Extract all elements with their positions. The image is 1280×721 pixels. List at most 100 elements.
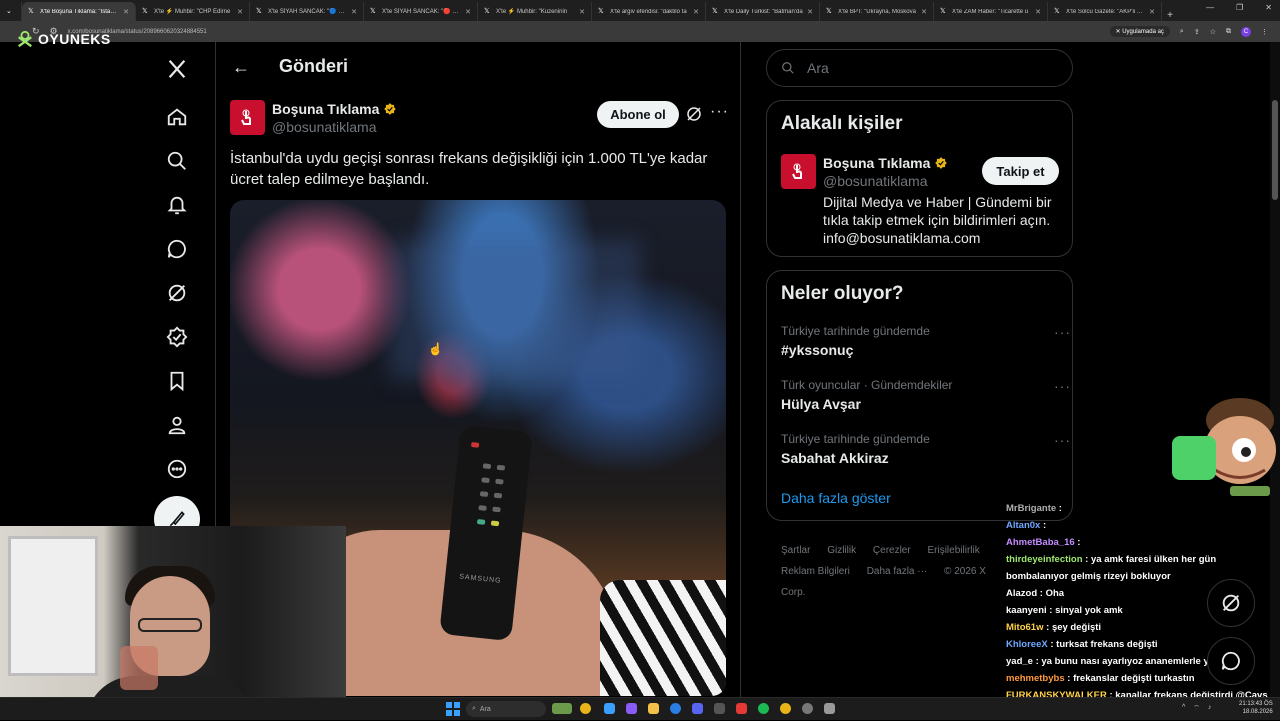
url-field[interactable]: x.com/bosunatiklama/status/2089660620324… (68, 29, 1110, 35)
close-window-icon[interactable]: ✕ (1265, 3, 1272, 12)
x-favicon-icon: 𝕏 (712, 7, 718, 15)
close-tab-icon[interactable]: ✕ (237, 8, 243, 16)
browser-tab[interactable]: 𝕏 X'te argiv efendisi: "daktilo ta ✕ (592, 2, 706, 21)
trend-item[interactable]: Türkiye tarihinde gündemde #ykssonuç ··· (781, 324, 1071, 358)
taskbar-app-icon[interactable] (824, 703, 835, 714)
maximize-icon[interactable]: ❐ (1236, 3, 1243, 12)
grok-icon[interactable] (685, 105, 703, 123)
related-handle[interactable]: @bosunatiklama (823, 173, 928, 189)
search-icon[interactable] (162, 146, 192, 176)
taskbar-app-icon[interactable] (736, 703, 747, 714)
more-options-icon[interactable] (162, 454, 192, 484)
close-tab-icon[interactable]: ✕ (465, 8, 471, 16)
trend-item[interactable]: Türk oyuncular · Gündemdekiler Hülya Avş… (781, 378, 1071, 412)
taskbar-app-icon[interactable] (714, 703, 725, 714)
footer-link[interactable]: Şartlar (781, 545, 810, 556)
author-name[interactable]: Boşuna Tıklama (272, 101, 397, 117)
bookmark-star-icon[interactable]: ☆ (1210, 28, 1216, 36)
taskbar-chrome-icon[interactable] (580, 703, 591, 714)
minimize-icon[interactable]: — (1206, 3, 1214, 12)
taskbar-clock[interactable]: 21:13:43 ÖS 18.08.2026 (1239, 700, 1273, 716)
trend-more-icon[interactable]: ··· (1054, 324, 1071, 340)
wifi-icon[interactable]: ⌔ (1193, 704, 1200, 713)
remote-button (492, 506, 501, 513)
chat-username: kaanyeni (1006, 605, 1047, 616)
subscribe-button[interactable]: Abone ol (597, 101, 679, 128)
close-tab-icon[interactable]: ✕ (351, 8, 357, 16)
chat-username: yad_e (1006, 656, 1033, 667)
footer-link[interactable]: Gizlilik (827, 545, 856, 556)
follow-button[interactable]: Takip et (982, 157, 1059, 185)
clock-date: 18.08.2026 (1242, 709, 1273, 715)
close-tab-icon[interactable]: ✕ (693, 8, 699, 16)
browser-tab[interactable]: 𝕏 X'te Boşuna Tıklama: "İstanbul ✕ (22, 2, 136, 21)
search-box[interactable] (766, 49, 1073, 87)
brand-x-icon (18, 30, 32, 48)
taskbar-edge-icon[interactable] (670, 703, 681, 714)
trend-more-icon[interactable]: ··· (1054, 378, 1071, 394)
chat-separator: : (1046, 605, 1056, 616)
x-logo-icon[interactable] (162, 54, 192, 84)
browser-tab[interactable]: 𝕏 X'te ⚡ Muhbir: "CHP Edirne ✕ (136, 2, 250, 21)
verified-badge-icon (935, 157, 948, 169)
footer-link[interactable]: Daha fazla ··· (867, 566, 928, 577)
close-tab-icon[interactable]: ✕ (921, 8, 927, 16)
browser-tab[interactable]: 𝕏 X'te BPT: "Ukrayna, Moskova ✕ (820, 2, 934, 21)
profile-icon[interactable] (162, 410, 192, 440)
search-input[interactable] (805, 59, 1035, 77)
browser-tab[interactable]: 𝕏 X'te ZAM Haber: "Ticarette u ✕ (934, 2, 1048, 21)
footer-link[interactable]: Reklam Bilgileri (781, 566, 850, 577)
footer-link[interactable]: Çerezler (873, 545, 911, 556)
taskbar-folder-icon[interactable] (648, 703, 659, 714)
browser-tab[interactable]: 𝕏 X'te SİYAH SANCAK: "🔴 Şan ✕ (364, 2, 478, 21)
taskbar-spotify-icon[interactable] (758, 703, 769, 714)
back-button[interactable]: ← (232, 57, 250, 78)
volume-icon[interactable]: ♪ (1208, 704, 1212, 713)
bookmarks-icon[interactable] (162, 366, 192, 396)
home-icon[interactable] (162, 102, 192, 132)
browser-tab[interactable]: 𝕏 X'te Daily Türkist: "Batman'da ✕ (706, 2, 820, 21)
messages-icon[interactable] (162, 234, 192, 264)
open-in-app-button[interactable]: ✕ Uygulamada aç (1109, 26, 1170, 37)
new-tab-button[interactable]: + (1162, 10, 1178, 21)
extensions-icon[interactable]: ⧉ (1226, 28, 1231, 36)
taskbar-obs-icon[interactable] (802, 703, 813, 714)
trend-item[interactable]: Türkiye tarihinde gündemde Sabahat Akkir… (781, 432, 1071, 466)
share-icon[interactable]: ⇪ (1194, 28, 1200, 36)
close-tab-icon[interactable]: ✕ (123, 8, 129, 16)
grok-floating-button[interactable] (1207, 579, 1255, 627)
browser-tab[interactable]: 𝕏 X'te ⚡ Muhbir: "Kuzeninin ✕ (478, 2, 592, 21)
close-tab-icon[interactable]: ✕ (1149, 8, 1155, 16)
browser-menu-icon[interactable]: ⋮ (1261, 28, 1268, 36)
taskbar-chrome-icon[interactable] (780, 703, 791, 714)
taskbar-search[interactable]: ⌕ Ara (466, 701, 546, 717)
trend-more-icon[interactable]: ··· (1054, 432, 1071, 448)
close-tab-icon[interactable]: ✕ (579, 8, 585, 16)
tray-chevron-icon[interactable]: ^ (1182, 704, 1185, 713)
notifications-bell-icon[interactable] (162, 190, 192, 220)
related-name[interactable]: Boşuna Tıklama (823, 155, 948, 171)
profile-avatar[interactable]: C (1241, 26, 1251, 37)
close-tab-icon[interactable]: ✕ (807, 8, 813, 16)
taskbar-discord-icon[interactable] (692, 703, 703, 714)
messages-floating-button[interactable] (1207, 637, 1255, 685)
chat-username: Alazod (1006, 588, 1038, 599)
show-more-link[interactable]: Daha fazla göster (781, 490, 891, 506)
footer-link[interactable]: Erişilebilirlik (927, 545, 979, 556)
taskbar-app-icon[interactable] (604, 703, 615, 714)
tab-menu[interactable]: ⌄ (0, 2, 22, 21)
author-avatar[interactable] (230, 100, 265, 135)
scrollbar-thumb[interactable] (1272, 100, 1278, 200)
post-more-button[interactable]: ··· (710, 103, 729, 121)
browser-tab[interactable]: 𝕏 X'te Solcu Gazete: "AKP'li Can ✕ (1048, 2, 1162, 21)
browser-tab[interactable]: 𝕏 X'te SİYAH SANCAK: "🔵 ÖSY ✕ (250, 2, 364, 21)
zoom-icon[interactable]: ⌕ (1180, 28, 1184, 36)
windows-start-icon[interactable] (446, 702, 460, 716)
taskbar-app-icon[interactable] (552, 703, 572, 714)
related-avatar[interactable] (781, 154, 816, 189)
verified-orgs-icon[interactable] (162, 322, 192, 352)
close-tab-icon[interactable]: ✕ (1035, 8, 1041, 16)
grok-icon[interactable] (162, 278, 192, 308)
author-handle[interactable]: @bosunatiklama (272, 119, 377, 135)
taskbar-app-icon[interactable] (626, 703, 637, 714)
